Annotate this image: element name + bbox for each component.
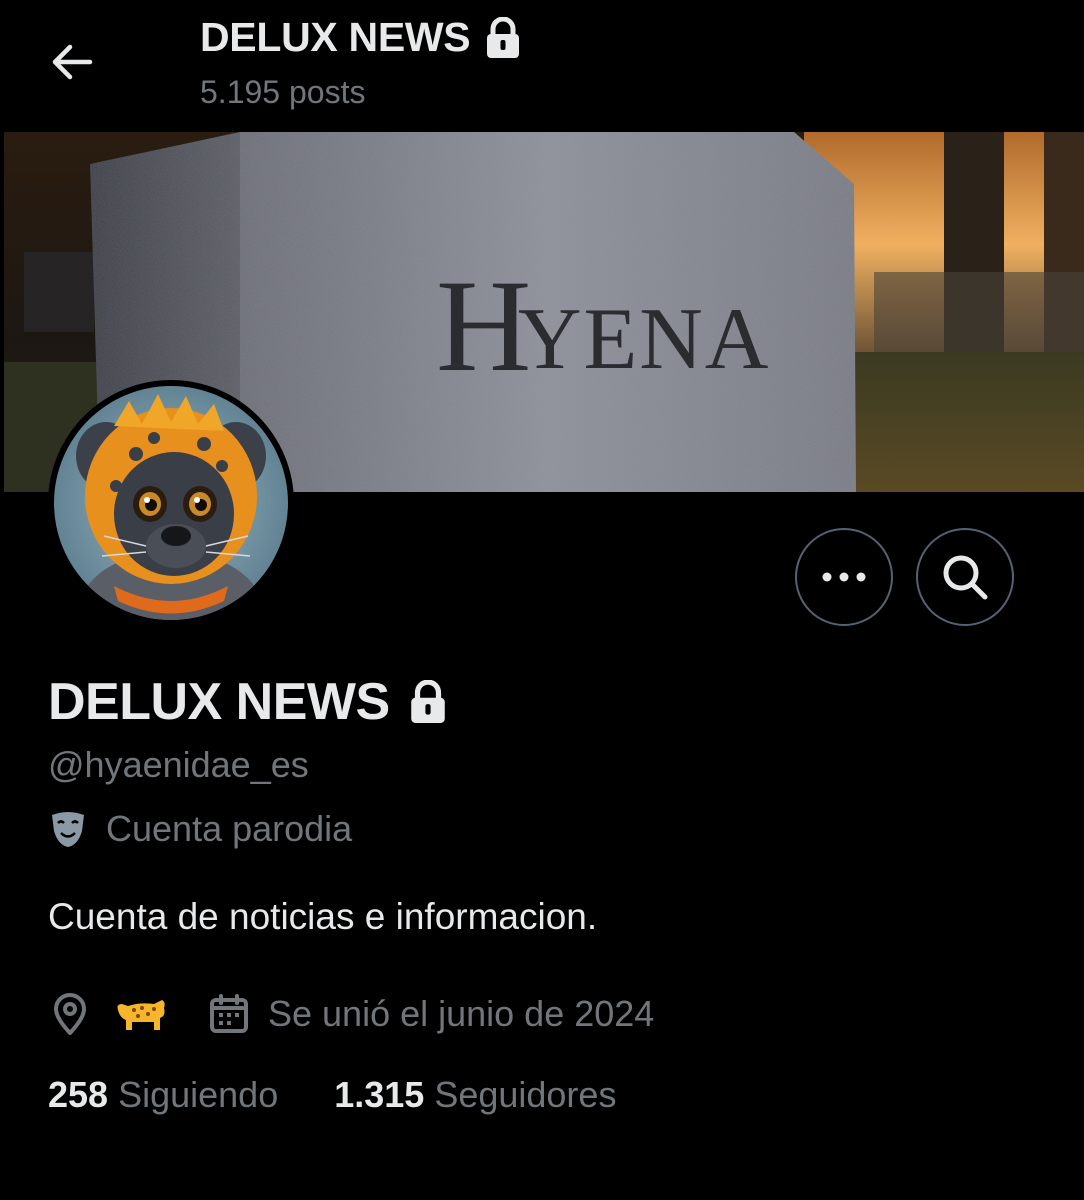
posts-count: 5.195 posts	[200, 74, 366, 110]
followers-link[interactable]: 1.315 Seguidores	[334, 1074, 616, 1116]
leopard-emoji-icon	[117, 1000, 165, 1030]
calendar-icon	[210, 994, 248, 1033]
followers-label: Seguidores	[434, 1074, 617, 1115]
more-options-button[interactable]	[795, 528, 893, 626]
profile-name: DELUX NEWS	[48, 673, 390, 731]
profile-name-row: DELUX NEWS	[48, 672, 448, 732]
following-count: 258	[48, 1074, 109, 1115]
joined-date: Se unió el junio de 2024	[268, 993, 655, 1034]
lock-icon	[487, 16, 520, 58]
search-button[interactable]	[916, 528, 1014, 626]
top-bar: DELUX NEWS 5.195 posts	[0, 0, 1084, 132]
search-icon	[943, 555, 988, 600]
more-horizontal-icon	[822, 572, 866, 582]
parody-label-row: Cuenta parodia	[48, 808, 352, 850]
following-link[interactable]: 258 Siguiendo	[48, 1074, 278, 1116]
avatar[interactable]	[48, 380, 294, 626]
avatar-image	[54, 386, 288, 620]
theater-mask-icon	[52, 812, 84, 847]
arrow-left-icon	[52, 44, 93, 80]
header-title: DELUX NEWS	[200, 14, 471, 60]
back-button[interactable]	[44, 36, 100, 88]
location-pin-icon	[54, 993, 86, 1035]
parody-label: Cuenta parodia	[106, 808, 353, 849]
lock-icon	[410, 680, 445, 723]
profile-bio: Cuenta de noticias e informacion.	[48, 896, 598, 937]
followers-count: 1.315	[334, 1074, 425, 1115]
header-title-row: DELUX NEWS	[200, 14, 522, 61]
following-label: Siguiendo	[118, 1074, 279, 1115]
follow-stats: 258 Siguiendo 1.315 Seguidores	[48, 1074, 616, 1116]
headstone-text: YENA	[518, 291, 770, 388]
profile-handle: @hyaenidae_es	[48, 744, 309, 785]
profile-meta-row: Se unió el junio de 2024	[48, 986, 654, 1042]
